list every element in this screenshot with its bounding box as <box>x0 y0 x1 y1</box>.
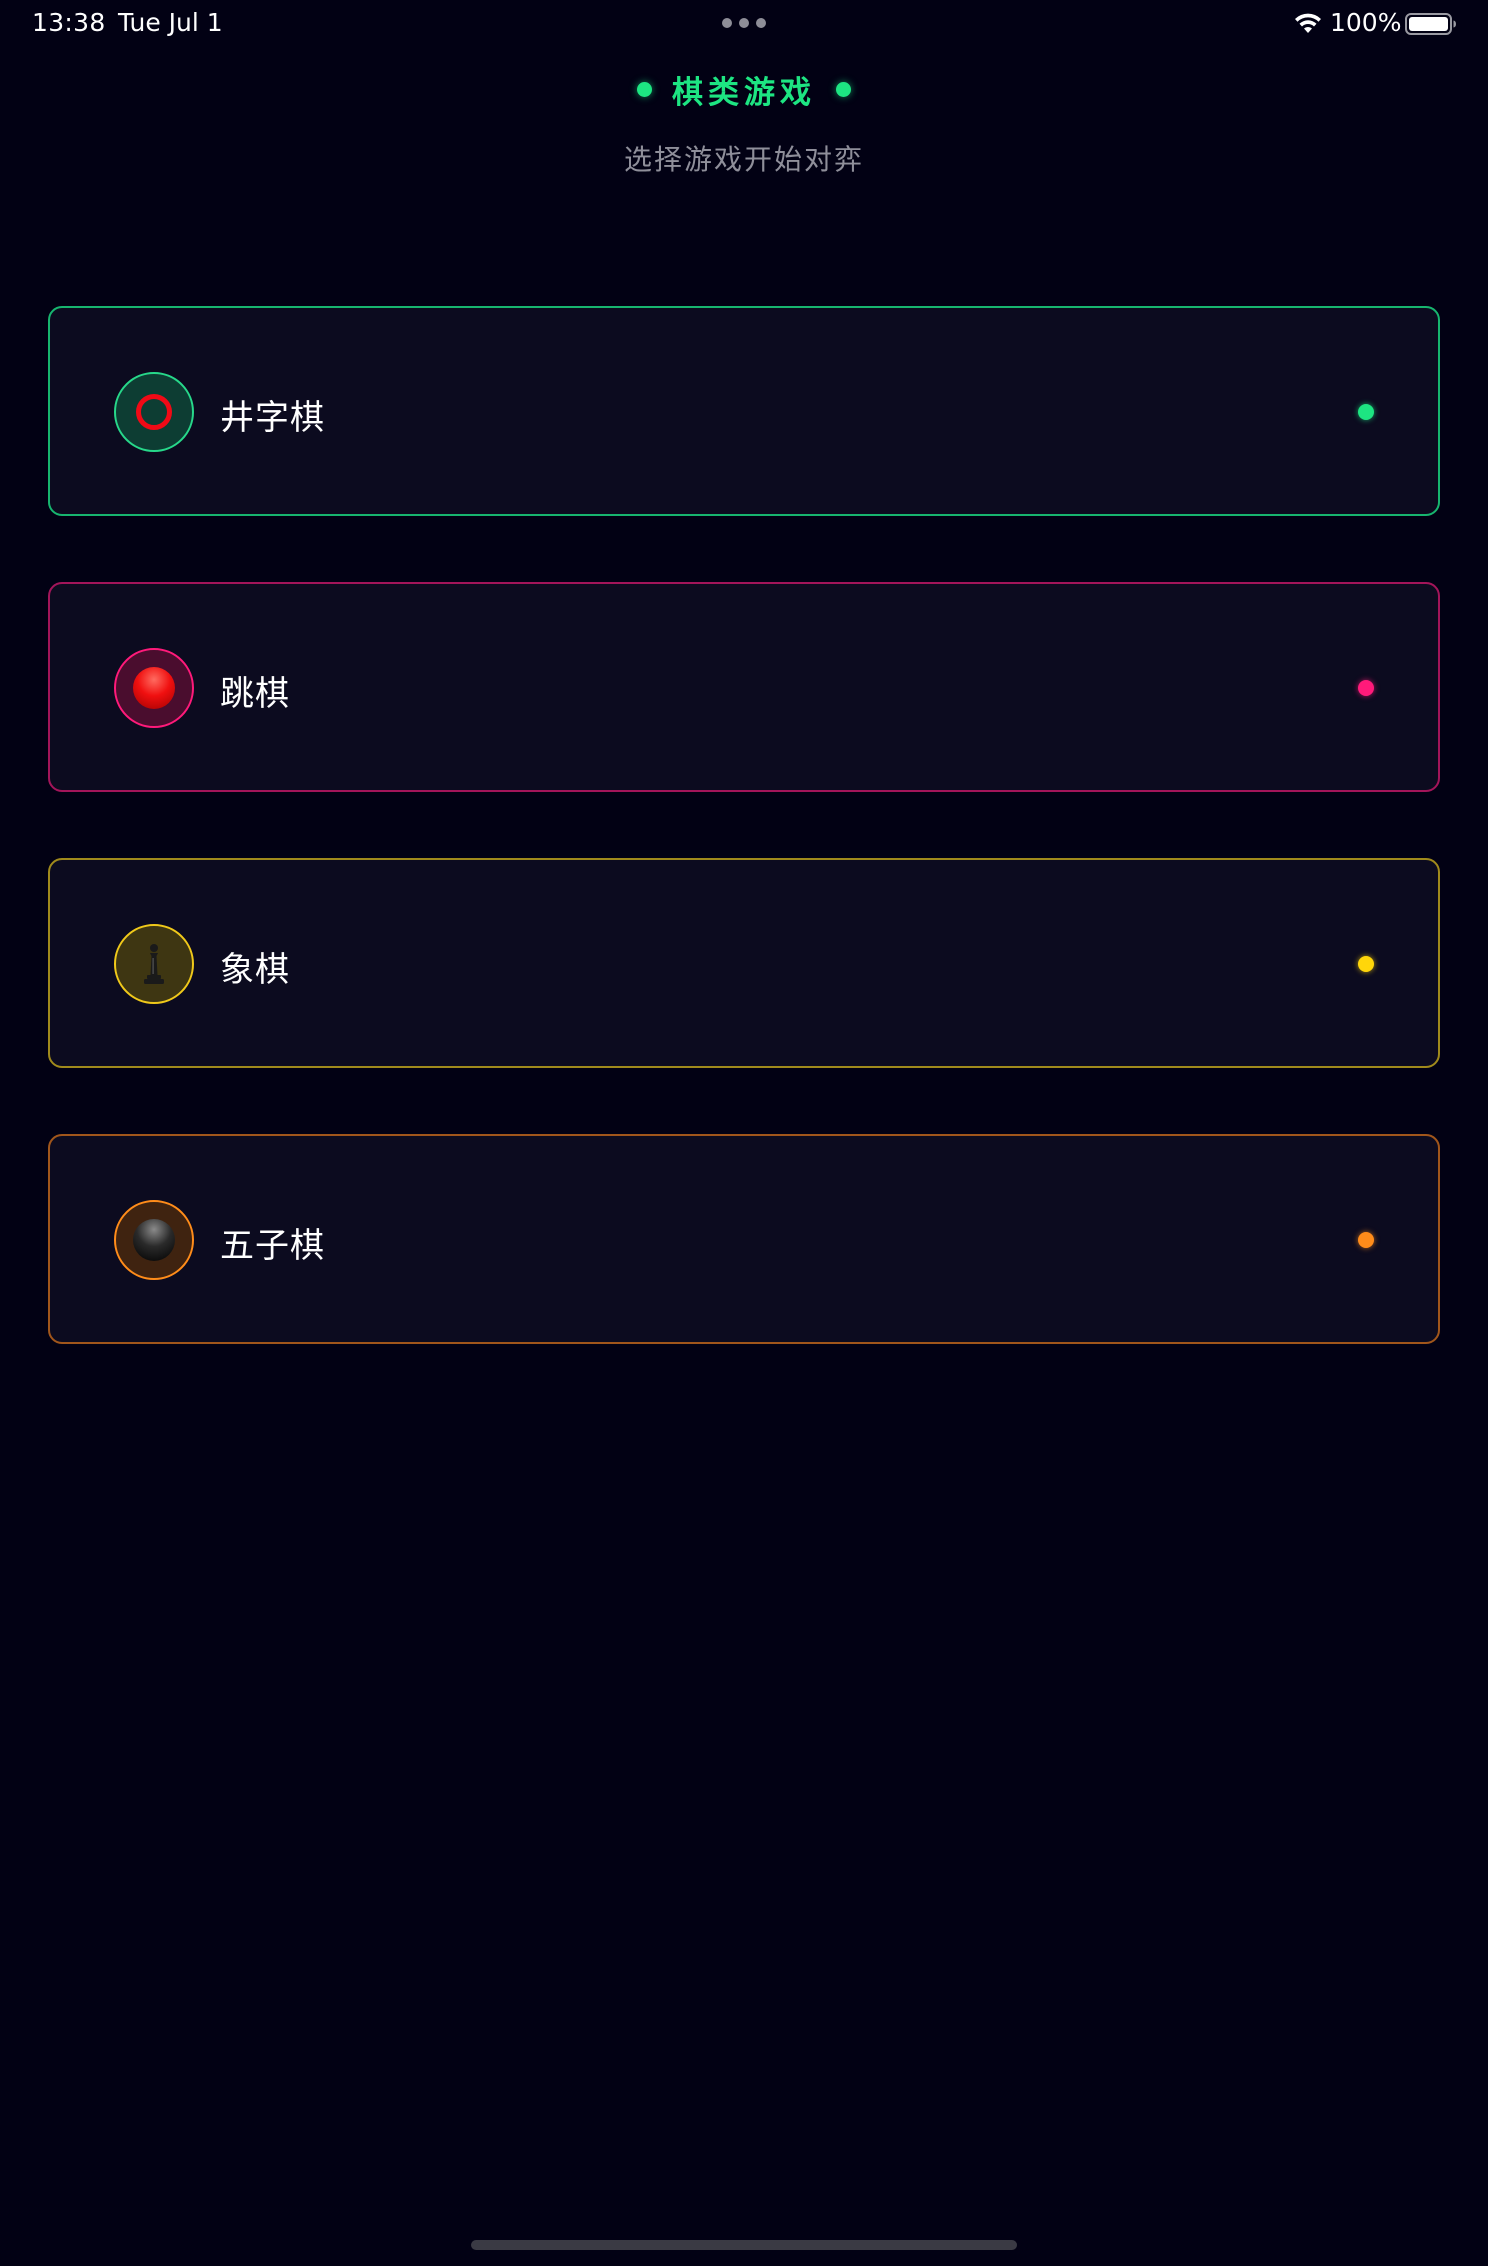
game-label: 井字棋 <box>220 398 325 438</box>
battery-icon <box>1405 13 1456 35</box>
game-card-checkers[interactable]: 跳棋 <box>48 582 1440 792</box>
game-card-gomoku[interactable]: 五子棋 <box>48 1134 1440 1344</box>
game-card-tic-tac-toe[interactable]: 井字棋 <box>48 306 1440 516</box>
status-dot <box>1358 1232 1374 1248</box>
status-date: Tue Jul 1 <box>118 8 223 37</box>
title-left-dot <box>637 81 652 97</box>
black-go-stone-icon <box>133 1219 175 1261</box>
status-dot <box>1358 956 1374 972</box>
page-title: 棋类游戏 <box>672 74 816 111</box>
game-badge <box>114 648 194 728</box>
home-indicator[interactable] <box>471 2240 1017 2250</box>
title-right-dot <box>836 81 851 97</box>
status-time: 13:38 <box>32 8 106 37</box>
game-badge <box>114 1200 194 1280</box>
battery-percentage: 100% <box>1330 8 1402 37</box>
game-label: 五子棋 <box>220 1226 325 1266</box>
game-label: 跳棋 <box>220 674 290 714</box>
wifi-icon <box>1295 13 1321 33</box>
multitasking-dots[interactable] <box>722 18 766 28</box>
game-badge <box>114 924 194 1004</box>
page-subtitle: 选择游戏开始对弈 <box>623 143 864 176</box>
red-checker-ball-icon <box>133 667 175 709</box>
chess-pawn-icon <box>144 944 164 984</box>
game-label: 象棋 <box>220 950 290 990</box>
status-bar: 13:38 Tue Jul 1 100% <box>0 0 1488 48</box>
status-dot <box>1358 680 1374 696</box>
tic-tac-toe-ring-icon <box>136 394 172 430</box>
title-row: 棋类游戏 <box>0 64 1488 114</box>
game-card-chess[interactable]: 象棋 <box>48 858 1440 1068</box>
status-dot <box>1358 404 1374 420</box>
game-badge <box>114 372 194 452</box>
